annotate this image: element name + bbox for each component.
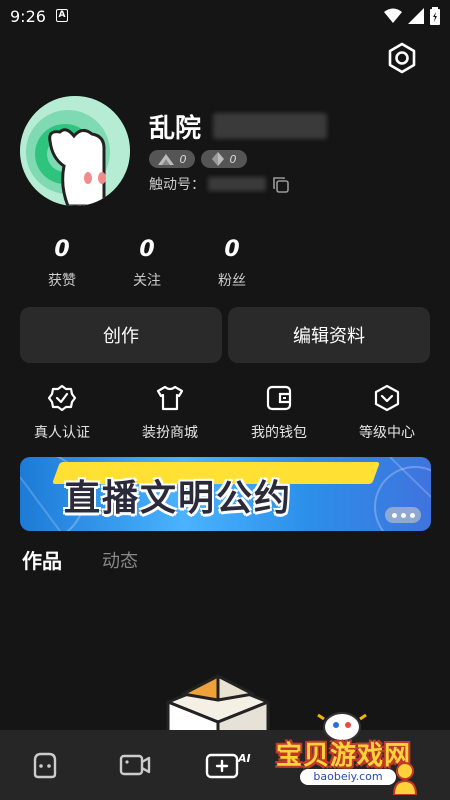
verified-badge-icon (48, 384, 76, 412)
badge-count: 0 (179, 152, 187, 166)
level-badge-diamond[interactable]: 0 (201, 150, 247, 168)
nickname-redacted (213, 113, 327, 139)
watermark: 宝贝游戏网 baobeiy.com (272, 705, 450, 800)
battery-icon (430, 7, 440, 25)
settings-gear-icon[interactable] (385, 41, 419, 75)
shortcut-label: 装扮商城 (142, 425, 198, 441)
badge-count: 0 (229, 152, 237, 166)
stat-likes-label: 获赞 (48, 273, 76, 289)
video-camera-icon[interactable] (118, 750, 152, 780)
create-button[interactable]: 创作 (20, 307, 222, 363)
status-icons (384, 7, 440, 25)
avatar[interactable] (20, 96, 130, 206)
edit-profile-button[interactable]: 编辑资料 (228, 307, 430, 363)
tshirt-icon (156, 385, 184, 411)
shortcut-dress-up-store[interactable]: 装扮商城 (124, 384, 216, 442)
live-civility-banner[interactable]: 直播文明公约 (20, 457, 431, 531)
level-shield-icon (374, 384, 400, 412)
status-time: 9:26 (10, 7, 46, 26)
banner-pager-dots (385, 507, 421, 523)
nickname: 乱院 (149, 114, 202, 144)
shortcut-label: 等级中心 (359, 425, 415, 441)
diamond-icon (211, 152, 224, 166)
stat-likes[interactable]: 0 获赞 (22, 236, 102, 290)
shortcut-level-center[interactable]: 等级中心 (341, 384, 433, 442)
avatar-illustration-icon (20, 96, 130, 206)
watermark-url: baobeiy.com (300, 769, 396, 785)
shortcut-label: 真人认证 (34, 425, 90, 441)
stat-following-label: 关注 (133, 273, 161, 289)
user-id-label: 触动号： (149, 177, 205, 193)
user-id-redacted (208, 177, 266, 191)
stat-following[interactable]: 0 关注 (107, 236, 187, 290)
shortcut-label: 我的钱包 (251, 425, 307, 441)
status-bar: 9:26 A (0, 0, 450, 34)
stat-likes-value: 0 (54, 237, 70, 262)
banner-title: 直播文明公约 (64, 478, 293, 519)
stat-followers-label: 粉丝 (218, 273, 246, 289)
signal-icon (408, 8, 424, 24)
ai-label: AI (237, 752, 251, 765)
stat-followers-value: 0 (224, 237, 240, 262)
shortcut-my-wallet[interactable]: 我的钱包 (233, 384, 325, 442)
watermark-character-icon (392, 762, 418, 795)
copy-icon[interactable] (272, 176, 290, 194)
home-face-icon[interactable] (30, 750, 60, 780)
notification-a-icon: A (56, 9, 68, 22)
shortcut-real-name-verification[interactable]: 真人认证 (16, 384, 108, 442)
mountain-icon (157, 154, 174, 165)
stat-followers[interactable]: 0 粉丝 (192, 236, 272, 290)
tab-works[interactable]: 作品 (22, 545, 62, 574)
stat-following-value: 0 (139, 237, 155, 262)
wallet-icon (266, 385, 292, 411)
wifi-icon (384, 8, 402, 23)
level-badge-mountain[interactable]: 0 (149, 150, 195, 168)
ai-create-icon[interactable]: AI (205, 750, 253, 780)
tab-moments[interactable]: 动态 (102, 547, 138, 573)
